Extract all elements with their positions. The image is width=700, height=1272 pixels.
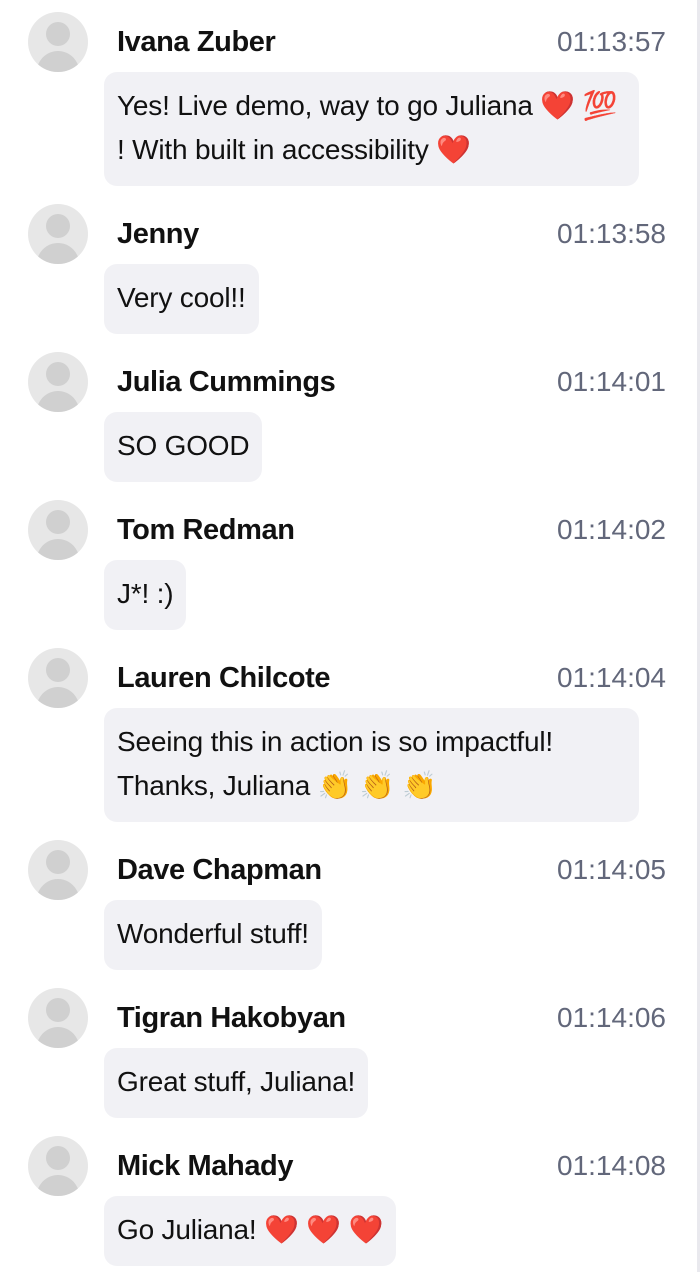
avatar	[28, 204, 88, 264]
message-timestamp: 01:13:58	[557, 218, 666, 249]
user-icon	[36, 362, 80, 412]
message-timestamp: 01:14:08	[557, 1150, 666, 1181]
user-icon	[36, 22, 80, 72]
message-author: Jenny	[117, 218, 199, 250]
message-timestamp: 01:13:57	[557, 26, 666, 57]
message-author: Ivana Zuber	[117, 26, 276, 58]
user-icon	[36, 998, 80, 1048]
message-author: Lauren Chilcote	[117, 662, 331, 694]
user-icon	[36, 1146, 80, 1196]
message-text: Go Juliana! ❤️ ❤️ ❤️	[104, 1196, 397, 1266]
message-timestamp: 01:14:02	[557, 514, 666, 545]
message-author: Tigran Hakobyan	[117, 1002, 346, 1034]
message-author: Mick Mahady	[117, 1150, 294, 1182]
chat-message-list: Ivana Zuber 01:13:57 Yes! Live demo, way…	[0, 0, 700, 1272]
message-timestamp: 01:14:04	[557, 662, 666, 693]
avatar	[28, 648, 88, 708]
message-text: J*! :)	[104, 560, 187, 630]
user-icon	[36, 214, 80, 264]
message-text: Wonderful stuff!	[104, 900, 322, 970]
user-icon	[36, 850, 80, 900]
avatar	[28, 1136, 88, 1196]
message-text: Yes! Live demo, way to go Juliana ❤️ 💯 !…	[104, 72, 639, 186]
message-timestamp: 01:14:05	[557, 854, 666, 885]
message-author: Julia Cummings	[117, 366, 336, 398]
user-icon	[36, 658, 80, 708]
user-icon	[36, 510, 80, 560]
avatar	[28, 352, 88, 412]
message-text: Seeing this in action is so impactful! T…	[104, 708, 639, 822]
message-author: Tom Redman	[117, 514, 295, 546]
avatar	[28, 988, 88, 1048]
avatar	[28, 500, 88, 560]
message-author: Dave Chapman	[117, 854, 322, 886]
message-text: Very cool!!	[104, 264, 259, 334]
avatar	[28, 840, 88, 900]
message-text: SO GOOD	[104, 412, 263, 482]
message-timestamp: 01:14:01	[557, 366, 666, 397]
avatar	[28, 12, 88, 72]
message-text: Great stuff, Juliana!	[104, 1048, 369, 1118]
message-timestamp: 01:14:06	[557, 1002, 666, 1033]
